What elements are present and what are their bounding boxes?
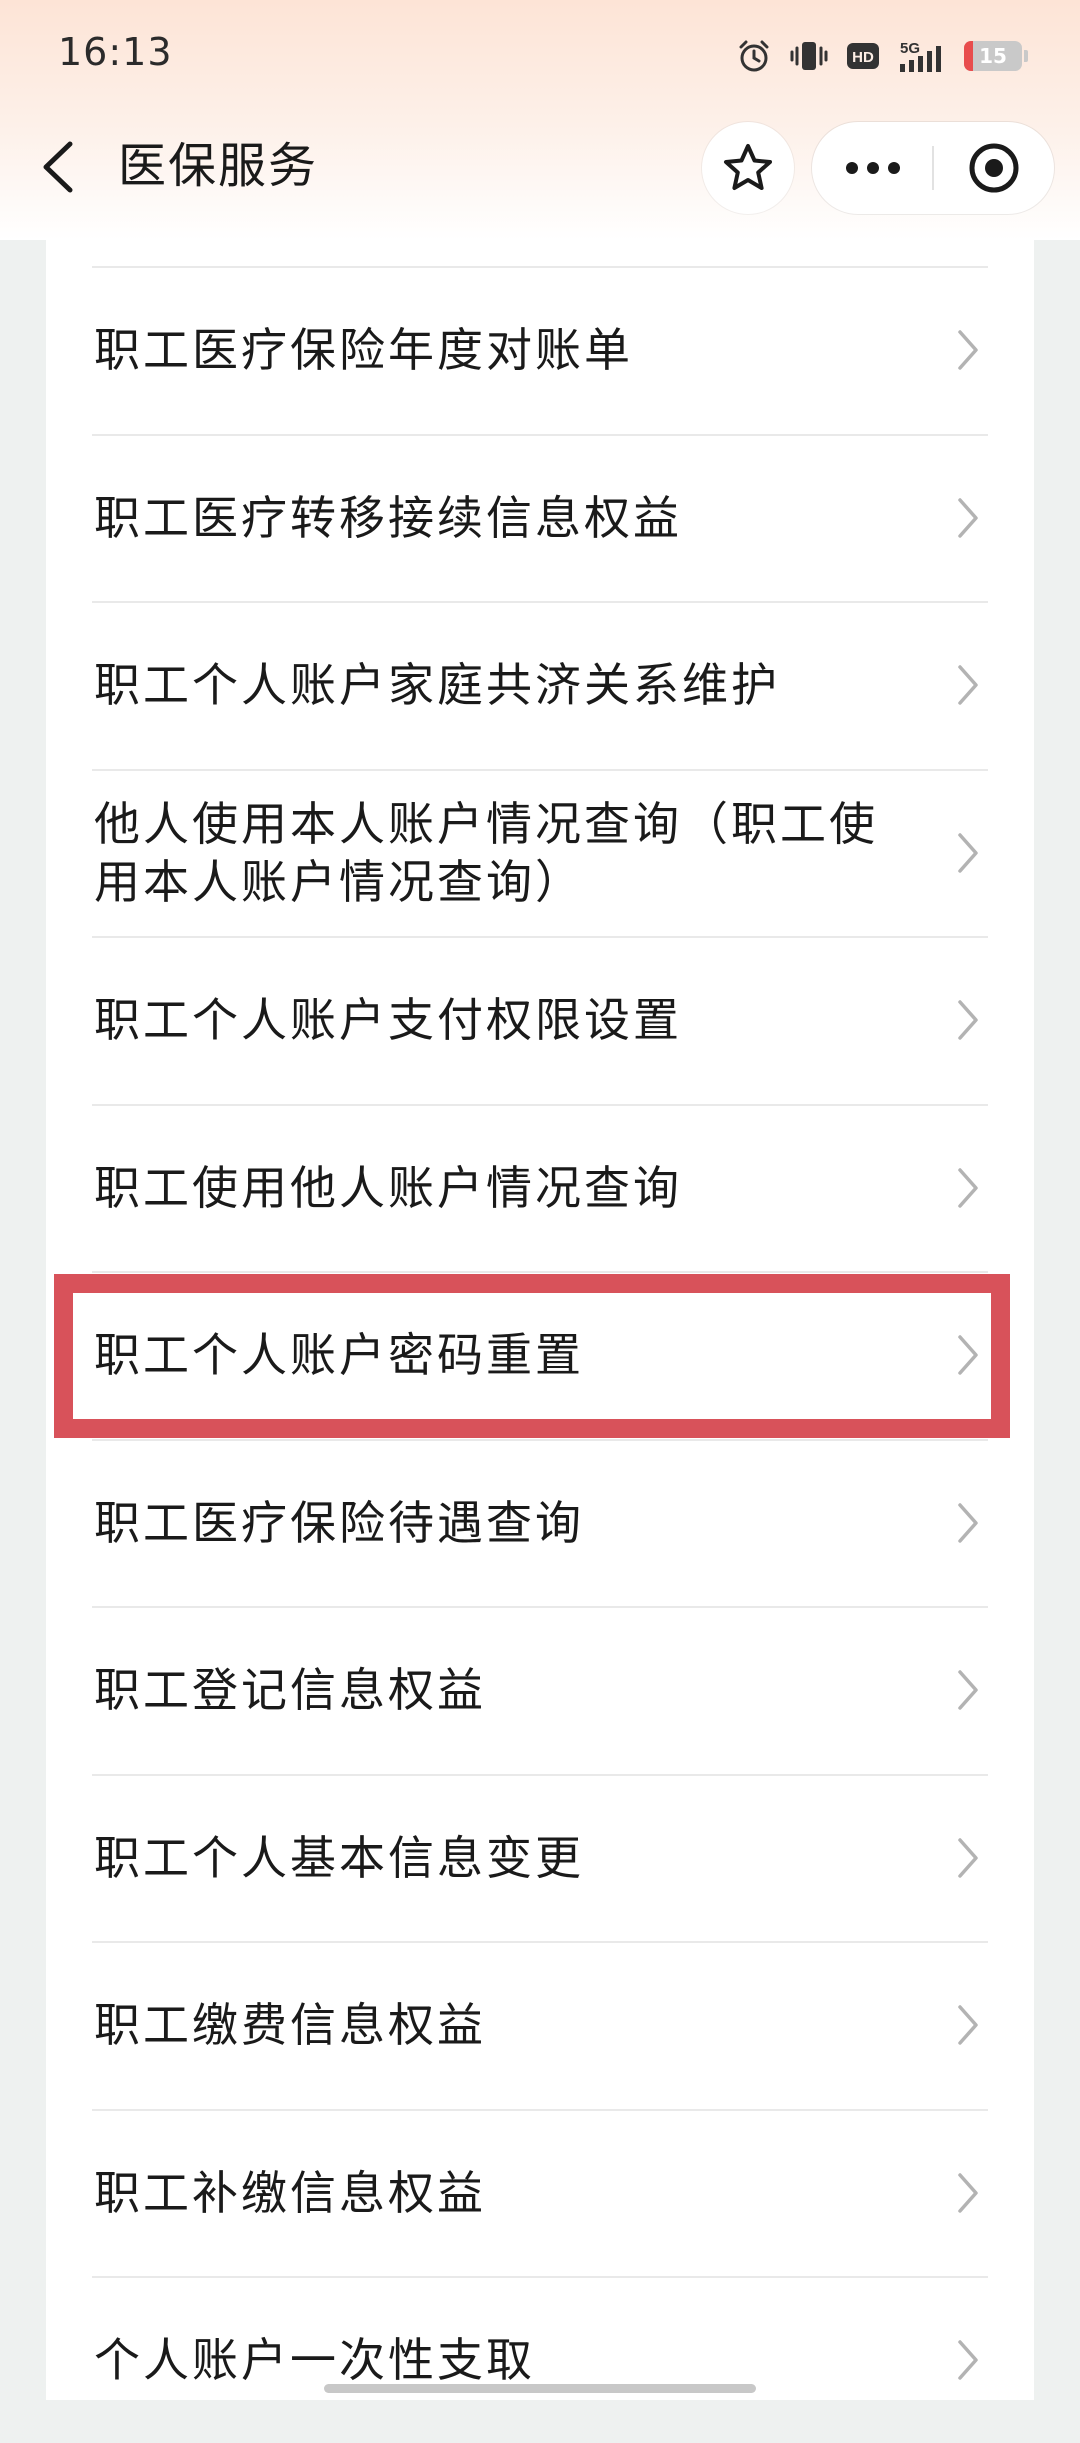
hd-icon: HD	[847, 43, 879, 69]
network-label: 5G	[900, 40, 920, 57]
status-time: 16:13	[58, 30, 173, 74]
list-item[interactable]: 职工医疗保险待遇查询	[46, 1440, 1034, 1606]
chevron-right-icon	[958, 2172, 978, 2213]
list-item-label: 职工个人账户家庭共济关系维护	[94, 658, 780, 712]
close-target-icon	[969, 143, 1019, 193]
chevron-right-icon	[958, 2340, 978, 2380]
battery-level: 15	[979, 44, 1007, 68]
back-chevron-icon	[43, 141, 73, 193]
list-item[interactable]: 职工医疗转移接续信息权益	[46, 435, 1034, 601]
list-item[interactable]: 职工使用他人账户情况查询	[46, 1105, 1034, 1271]
chevron-right-icon	[958, 1335, 978, 1375]
chevron-right-icon	[958, 1837, 978, 1878]
chevron-right-icon	[958, 1670, 978, 1710]
list-item[interactable]: 职工缴费信息权益	[46, 1942, 1034, 2108]
chevron-right-icon	[958, 1167, 978, 1208]
list-item-label: 个人账户一次性支取	[94, 2333, 535, 2387]
alarm-icon	[739, 40, 769, 72]
list-item[interactable]: 职工个人账户家庭共济关系维护	[46, 602, 1034, 768]
list-item[interactable]: 个人账户一次性支取	[46, 2277, 1034, 2443]
status-icons: HD 5G 15	[736, 34, 1028, 78]
home-indicator[interactable]	[324, 2384, 756, 2393]
list-item[interactable]: 职工个人账户支付权限设置	[46, 937, 1034, 1103]
list-item-label: 职工医疗转移接续信息权益	[94, 490, 682, 545]
chevron-right-icon	[958, 2005, 978, 2045]
more-button[interactable]	[812, 122, 933, 214]
list-item[interactable]: 他人使用本人账户情况查询（职工使用本人账户情况查询）	[46, 770, 1034, 936]
chevron-right-icon	[958, 330, 978, 370]
favorite-button[interactable]	[702, 122, 794, 214]
list-item-label: 职工个人账户支付权限设置	[94, 993, 682, 1047]
chevron-right-icon	[958, 497, 978, 538]
back-button[interactable]	[34, 132, 84, 202]
list-item-label: 职工医疗保险年度对账单	[94, 323, 633, 377]
hd-text: HD	[852, 49, 874, 66]
list-item[interactable]: 职工个人基本信息变更	[46, 1775, 1034, 1941]
list-item-label: 职工缴费信息权益	[94, 1998, 486, 2052]
close-button[interactable]	[934, 122, 1054, 214]
list-item-label: 职工使用他人账户情况查询	[94, 1160, 682, 1215]
list-item-label: 职工补缴信息权益	[94, 2165, 486, 2220]
list-item[interactable]: 职工医疗保险年度对账单	[46, 267, 1034, 433]
battery-fill	[964, 41, 973, 71]
mini-program-capsule	[812, 122, 1054, 214]
chevron-right-icon	[958, 1000, 978, 1040]
page-title: 医保服务	[118, 138, 319, 194]
list-item-label: 职工个人账户密码重置	[94, 1328, 584, 1382]
chevron-right-icon	[958, 1502, 978, 1543]
battery-icon: 15	[964, 41, 1028, 71]
list-item-label: 职工个人基本信息变更	[94, 1830, 584, 1885]
list-item[interactable]: 职工补缴信息权益	[46, 2110, 1034, 2276]
chevron-right-icon	[958, 665, 978, 705]
chevron-right-icon	[958, 832, 978, 873]
battery-body: 15	[964, 41, 1022, 71]
list-item-label: 职工登记信息权益	[94, 1663, 486, 1717]
vibrate-icon	[790, 42, 828, 70]
more-dots-icon	[845, 162, 900, 174]
list-item-label: 他人使用本人账户情况查询（职工使用本人账户情况查询）	[94, 796, 878, 909]
battery-cap	[1024, 50, 1028, 62]
list-item[interactable]: 职工个人账户密码重置	[46, 1272, 1034, 1438]
list-item[interactable]: 职工登记信息权益	[46, 1607, 1034, 1773]
top-bar: 16:13 HD 5G 15 医保服务	[0, 0, 1080, 240]
list-item-label: 职工医疗保险待遇查询	[94, 1495, 584, 1550]
signal-5g-icon: 5G	[900, 40, 941, 72]
star-icon	[724, 144, 772, 190]
